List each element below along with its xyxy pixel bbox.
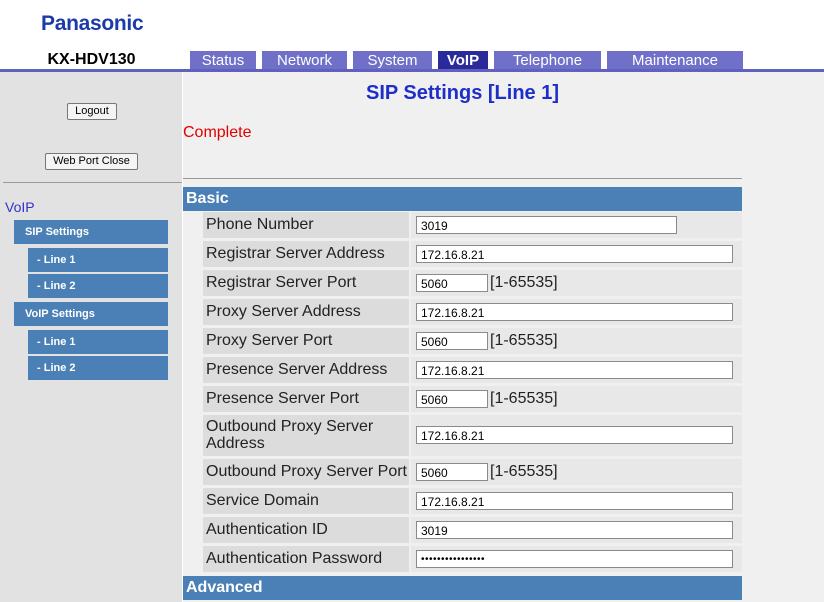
registrar-server-address-input[interactable]: 172.16.8.21: [416, 245, 733, 263]
content-divider: [183, 178, 742, 179]
proxy-server-port-label: Proxy Server Port: [203, 328, 409, 354]
phone-number-cell: 3019: [411, 212, 742, 238]
sidebar-item-voip-line1[interactable]: - Line 1: [28, 330, 168, 354]
registrar-server-port-range: [1-65535]: [490, 274, 558, 291]
outbound-proxy-server-port-label: Outbound Proxy Server Port: [203, 459, 409, 485]
sidebar-voip-heading: VoIP: [5, 199, 35, 215]
presence-server-port-input[interactable]: 5060: [416, 390, 488, 408]
section-basic-header: Basic: [183, 187, 742, 211]
proxy-server-port-input[interactable]: 5060: [416, 332, 488, 350]
authentication-id-input[interactable]: 3019: [416, 521, 733, 539]
sidebar-item-voip-settings[interactable]: VoIP Settings: [14, 302, 168, 326]
row-presence-server-port: Presence Server Port 5060 [1-65535]: [203, 386, 742, 412]
tab-system[interactable]: System: [353, 51, 432, 70]
outbound-proxy-server-port-range: [1-65535]: [490, 463, 558, 480]
proxy-server-address-cell: 172.16.8.21: [411, 299, 742, 325]
presence-server-port-cell: 5060 [1-65535]: [411, 386, 742, 412]
row-registrar-server-port: Registrar Server Port 5060 [1-65535]: [203, 270, 742, 296]
sidebar-item-sip-settings[interactable]: SIP Settings: [14, 220, 168, 244]
presence-server-address-cell: 172.16.8.21: [411, 357, 742, 383]
phone-number-input[interactable]: 3019: [416, 216, 677, 234]
tab-status[interactable]: Status: [190, 51, 256, 70]
row-authentication-id: Authentication ID 3019: [203, 517, 742, 543]
row-proxy-server-port: Proxy Server Port 5060 [1-65535]: [203, 328, 742, 354]
presence-server-address-input[interactable]: 172.16.8.21: [416, 361, 733, 379]
row-presence-server-address: Presence Server Address 172.16.8.21: [203, 357, 742, 383]
outbound-proxy-server-address-label-line2: Address: [206, 435, 265, 452]
service-domain-label: Service Domain: [203, 488, 409, 514]
page-title: SIP Settings [Line 1]: [366, 82, 559, 104]
proxy-server-port-range: [1-65535]: [490, 332, 558, 349]
service-domain-cell: 172.16.8.21: [411, 488, 742, 514]
row-phone-number: Phone Number 3019: [203, 212, 742, 238]
row-authentication-password: Authentication Password ••••••••••••••••: [203, 546, 742, 572]
row-registrar-server-address: Registrar Server Address 172.16.8.21: [203, 241, 742, 267]
presence-server-port-range: [1-65535]: [490, 390, 558, 407]
presence-server-address-label: Presence Server Address: [203, 357, 409, 383]
web-port-close-button[interactable]: Web Port Close: [45, 153, 138, 170]
outbound-proxy-server-address-label-line1: Outbound Proxy Server: [206, 418, 374, 435]
outbound-proxy-server-address-input[interactable]: 172.16.8.21: [416, 426, 733, 444]
tab-network[interactable]: Network: [262, 51, 347, 70]
authentication-password-input[interactable]: ••••••••••••••••: [416, 550, 733, 568]
proxy-server-address-label: Proxy Server Address: [203, 299, 409, 325]
proxy-server-address-input[interactable]: 172.16.8.21: [416, 303, 733, 321]
logout-button[interactable]: Logout: [67, 103, 117, 120]
outbound-proxy-server-address-cell: 172.16.8.21: [411, 415, 742, 456]
service-domain-input[interactable]: 172.16.8.21: [416, 492, 733, 510]
outbound-proxy-server-port-input[interactable]: 5060: [416, 463, 488, 481]
row-service-domain: Service Domain 172.16.8.21: [203, 488, 742, 514]
proxy-server-port-cell: 5060 [1-65535]: [411, 328, 742, 354]
sidebar-item-voip-line2[interactable]: - Line 2: [28, 356, 168, 380]
sidebar-divider: [3, 182, 182, 183]
authentication-id-cell: 3019: [411, 517, 742, 543]
registrar-server-address-label: Registrar Server Address: [203, 241, 409, 267]
status-message: Complete: [183, 124, 252, 141]
row-outbound-proxy-server-address: Outbound Proxy Server Address 172.16.8.2…: [203, 415, 742, 456]
row-outbound-proxy-server-port: Outbound Proxy Server Port 5060 [1-65535…: [203, 459, 742, 485]
sidebar-item-sip-line2[interactable]: - Line 2: [28, 274, 168, 298]
outbound-proxy-server-address-label: Outbound Proxy Server Address: [203, 415, 409, 456]
sidebar-item-sip-line1[interactable]: - Line 1: [28, 248, 168, 272]
authentication-password-cell: ••••••••••••••••: [411, 546, 742, 572]
row-proxy-server-address: Proxy Server Address 172.16.8.21: [203, 299, 742, 325]
authentication-password-label: Authentication Password: [203, 546, 409, 572]
model-name: KX-HDV130: [47, 51, 136, 68]
tab-telephone[interactable]: Telephone: [494, 51, 601, 70]
tab-voip[interactable]: VoIP: [438, 51, 488, 70]
tab-maintenance[interactable]: Maintenance: [607, 51, 743, 70]
registrar-server-address-cell: 172.16.8.21: [411, 241, 742, 267]
presence-server-port-label: Presence Server Port: [203, 386, 409, 412]
registrar-server-port-input[interactable]: 5060: [416, 274, 488, 292]
section-advanced-header[interactable]: Advanced: [183, 576, 742, 600]
phone-number-label: Phone Number: [203, 212, 409, 238]
panasonic-logo: Panasonic: [41, 12, 144, 35]
authentication-id-label: Authentication ID: [203, 517, 409, 543]
registrar-server-port-cell: 5060 [1-65535]: [411, 270, 742, 296]
outbound-proxy-server-port-cell: 5060 [1-65535]: [411, 459, 742, 485]
registrar-server-port-label: Registrar Server Port: [203, 270, 409, 296]
